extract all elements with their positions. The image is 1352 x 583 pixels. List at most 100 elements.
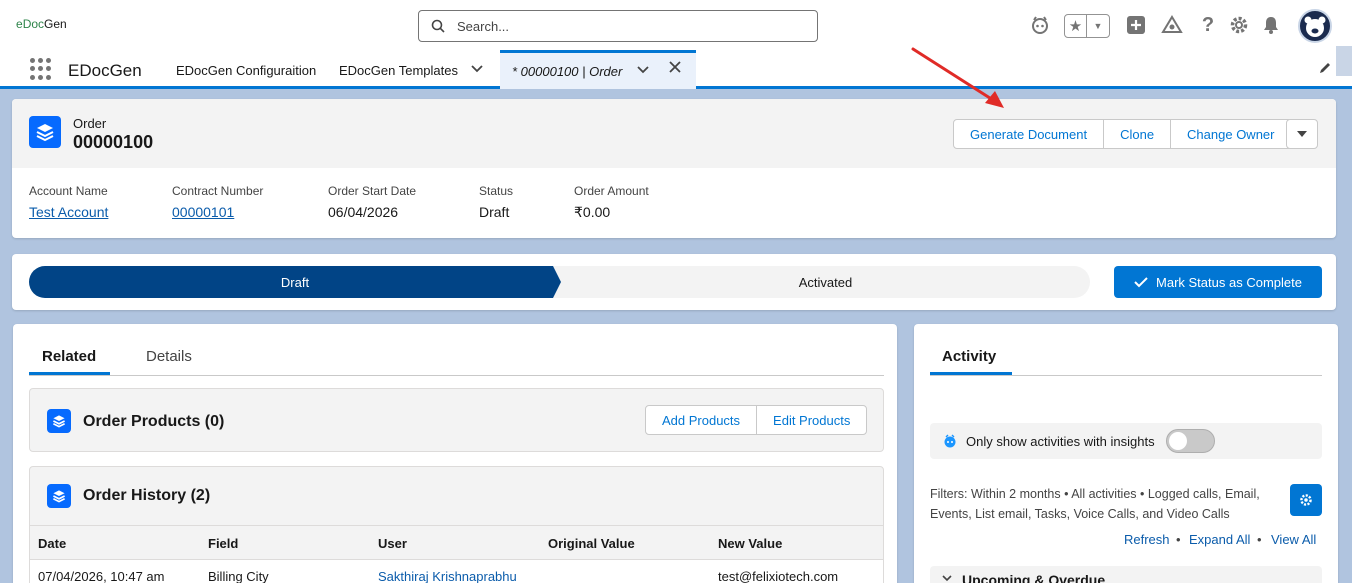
generate-document-button[interactable]: Generate Document: [953, 119, 1105, 149]
more-actions-button[interactable]: [1286, 119, 1318, 149]
chevron-down-icon: [942, 573, 952, 583]
order-history-table-header: Date Field User Original Value New Value: [30, 525, 883, 559]
order-products-actions: Add Products Edit Products: [645, 405, 868, 435]
column-header-date[interactable]: Date: [38, 536, 66, 551]
insights-label: Only show activities with insights: [966, 434, 1155, 449]
global-header: eDocGen Search... ★ ▼ ?: [0, 0, 1352, 50]
chevron-down-icon[interactable]: [470, 61, 484, 78]
side-panel-toggle[interactable]: [1336, 46, 1352, 76]
insights-icon: [944, 434, 956, 448]
table-row: 07/04/2026, 10:47 am Billing City Sakthi…: [30, 559, 883, 583]
active-tab-indicator: [29, 372, 110, 375]
tab-details[interactable]: Details: [146, 348, 192, 365]
search-placeholder: Search...: [457, 19, 510, 34]
related-tabs: Related Details: [29, 324, 884, 376]
column-header-new-value[interactable]: New Value: [718, 536, 782, 551]
path-stage-activated[interactable]: Activated: [561, 266, 1090, 298]
tab-order-label: * 00000100 | Order: [512, 64, 623, 79]
path-bar: Draft Activated: [29, 266, 1090, 298]
gear-icon: [1300, 494, 1312, 506]
chevron-down-icon[interactable]: ▼: [1087, 15, 1109, 37]
field-label: Contract Number: [172, 184, 264, 198]
check-icon: [1134, 277, 1148, 288]
insights-filter: Only show activities with insights: [930, 423, 1322, 459]
cell-date: 07/04/2026, 10:47 am: [38, 569, 165, 583]
field-value: 06/04/2026: [328, 204, 399, 220]
global-create-icon[interactable]: [1123, 12, 1149, 38]
cell-field: Billing City: [208, 569, 269, 583]
close-icon[interactable]: [668, 60, 682, 79]
field-order-amount: Order Amount ₹0.00: [574, 184, 649, 221]
status-path: Draft Activated Mark Status as Complete: [12, 254, 1336, 310]
field-order-start-date: Order Start Date 06/04/2026: [328, 184, 416, 220]
separator-dot: •: [1176, 532, 1181, 547]
mark-status-label: Mark Status as Complete: [1156, 274, 1302, 290]
related-panel: Related Details Order Products (0) Add P…: [13, 324, 897, 583]
clone-button[interactable]: Clone: [1103, 119, 1172, 149]
upcoming-overdue-label: Upcoming & Overdue: [962, 572, 1106, 583]
change-owner-button[interactable]: Change Owner: [1170, 119, 1292, 149]
org-logo[interactable]: eDocGen: [16, 17, 67, 31]
tab-related[interactable]: Related: [42, 348, 96, 365]
activity-tabs: Activity: [930, 324, 1322, 376]
column-header-original-value[interactable]: Original Value: [548, 536, 635, 551]
expand-all-link[interactable]: Expand All: [1189, 532, 1250, 547]
app-nav-bar: EDocGen EDocGen Configuraition EDocGen T…: [0, 50, 1352, 89]
column-header-field[interactable]: Field: [208, 536, 238, 551]
contract-link[interactable]: 00000101: [172, 204, 263, 220]
account-link[interactable]: Test Account: [29, 204, 108, 220]
nav-item-templates[interactable]: EDocGen Templates: [339, 63, 458, 78]
activity-settings-button[interactable]: [1290, 484, 1322, 516]
path-stage-draft[interactable]: Draft: [29, 266, 561, 298]
gear-icon[interactable]: [1226, 12, 1252, 38]
app-launcher-icon[interactable]: [30, 58, 52, 80]
field-value: ₹0.00: [574, 204, 611, 220]
insights-toggle[interactable]: [1166, 429, 1215, 453]
help-icon[interactable]: ?: [1195, 12, 1221, 38]
record-header: Order 00000100 Generate Document Clone C…: [12, 99, 1336, 238]
field-label: Account Name: [29, 184, 108, 198]
bell-icon[interactable]: [1258, 12, 1284, 38]
order-products-card: Order Products (0) Add Products Edit Pro…: [29, 388, 884, 452]
order-history-title[interactable]: Order History (2): [83, 487, 210, 505]
field-label: Order Amount: [574, 184, 649, 198]
global-search-input[interactable]: Search...: [418, 10, 818, 42]
star-icon[interactable]: ★: [1065, 15, 1087, 37]
cell-user-link[interactable]: Sakthiraj Krishnaprabhu: [378, 569, 517, 583]
add-products-button[interactable]: Add Products: [645, 405, 758, 435]
chevron-down-icon[interactable]: [636, 62, 650, 79]
order-history-card: Order History (2) Date Field User Origin…: [29, 466, 884, 583]
chevron-down-icon: [1297, 131, 1307, 137]
activity-panel: Activity Only show activities with insig…: [914, 324, 1338, 583]
annotation-arrow-icon: [911, 47, 1004, 108]
order-products-icon: [47, 409, 71, 433]
trailhead-icon[interactable]: [1159, 12, 1185, 38]
nav-item-configuration[interactable]: EDocGen Configuraition: [176, 63, 316, 78]
cell-new-value: test@felixiotech.com: [718, 569, 839, 583]
record-actions: Generate Document Clone Change Owner: [953, 119, 1292, 149]
edit-nav-icon[interactable]: [1318, 61, 1332, 78]
field-status: Status Draft: [479, 184, 513, 220]
upcoming-overdue-section[interactable]: Upcoming & Overdue: [930, 566, 1322, 583]
agentforce-icon[interactable]: [1027, 12, 1053, 38]
order-products-title[interactable]: Order Products (0): [83, 413, 224, 431]
field-contract-number: Contract Number 00000101: [172, 184, 263, 220]
favorites-control[interactable]: ★ ▼: [1064, 14, 1110, 38]
order-history-icon: [47, 484, 71, 508]
edit-products-button[interactable]: Edit Products: [756, 405, 868, 435]
view-all-link[interactable]: View All: [1271, 532, 1316, 547]
order-object-icon: [29, 116, 61, 148]
column-header-user[interactable]: User: [378, 536, 407, 551]
mark-status-complete-button[interactable]: Mark Status as Complete: [1114, 266, 1322, 298]
tab-order-record[interactable]: * 00000100 | Order: [500, 50, 696, 89]
refresh-link[interactable]: Refresh: [1124, 532, 1170, 547]
active-tab-indicator: [930, 372, 1012, 375]
activity-filters-text: Filters: Within 2 months • All activitie…: [930, 487, 1260, 521]
field-label: Order Start Date: [328, 184, 417, 198]
record-object-type: Order: [73, 116, 107, 131]
field-label: Status: [479, 184, 514, 198]
search-icon: [431, 19, 445, 33]
tab-activity[interactable]: Activity: [942, 348, 996, 365]
user-avatar[interactable]: [1298, 9, 1332, 43]
field-account-name: Account Name Test Account: [29, 184, 108, 220]
